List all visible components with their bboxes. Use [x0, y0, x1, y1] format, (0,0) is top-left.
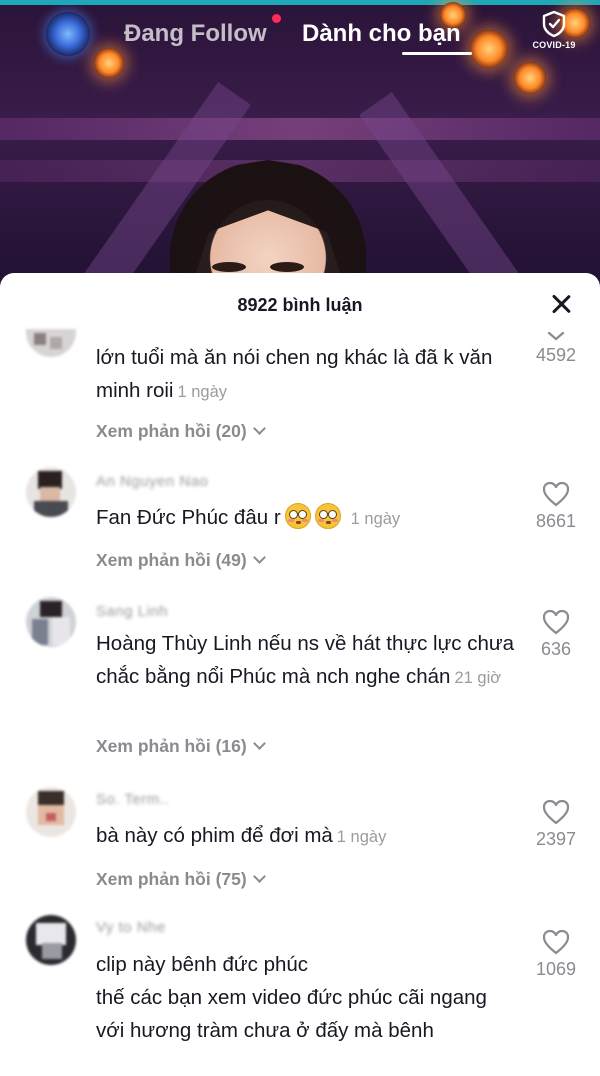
view-replies-label: Xem phản hồi (49) — [96, 550, 247, 570]
like-count: 2397 — [535, 829, 577, 849]
avatar[interactable] — [26, 787, 76, 837]
like-count: 4592 — [535, 345, 577, 365]
username[interactable]: Vy to Nhe — [96, 919, 166, 936]
heart-icon — [542, 799, 570, 825]
avatar[interactable] — [26, 467, 76, 517]
notification-dot — [272, 14, 281, 23]
comments-header: 8922 bình luận — [0, 273, 600, 335]
shield-icon — [542, 10, 566, 38]
active-tab-indicator — [402, 52, 472, 55]
view-replies-button[interactable]: Xem phản hồi (20) — [96, 421, 266, 442]
chevron-down-icon — [252, 551, 266, 564]
performer-eye — [212, 262, 246, 272]
chevron-down-icon — [252, 422, 266, 435]
tab-following[interactable]: Đang Follow — [124, 20, 267, 48]
username[interactable]: An Nguyen Nao — [96, 473, 208, 490]
like-count: 8661 — [535, 511, 577, 531]
tab-for-you[interactable]: Dành cho bạn — [302, 20, 461, 48]
comment-body: clip này bênh đức phúc thế các bạn xem v… — [96, 953, 487, 1042]
like-count: 636 — [540, 639, 572, 659]
view-replies-button[interactable]: Xem phản hồi (49) — [96, 550, 266, 571]
like-button[interactable]: 8661 — [526, 481, 586, 532]
comment-time: 1 ngày — [177, 383, 228, 401]
comment-count: 8922 bình luận — [237, 295, 363, 315]
chevron-down-icon — [252, 870, 266, 883]
comments-sheet: 8922 bình luận 4592 lớn tuổi mà ăn nói c… — [0, 273, 600, 1076]
heart-icon — [542, 481, 570, 507]
heart-icon — [542, 609, 570, 635]
view-replies-button[interactable]: Xem phản hồi (16) — [96, 736, 266, 757]
top-strip — [0, 0, 600, 5]
view-replies-label: Xem phản hồi (20) — [96, 421, 247, 441]
like-count: 1069 — [535, 959, 577, 979]
avatar[interactable] — [26, 597, 76, 647]
comment-text: clip này bênh đức phúc thế các bạn xem v… — [96, 948, 516, 1047]
top-navigation: Đang Follow Dành cho bạn COVID-19 — [0, 8, 600, 55]
chevron-down-icon — [547, 331, 565, 341]
view-replies-label: Xem phản hồi (16) — [96, 736, 247, 756]
chevron-down-icon — [252, 737, 266, 750]
like-button[interactable]: 1069 — [526, 929, 586, 980]
comment-body: lớn tuổi mà ăn nói chen ng khác là đã k … — [96, 346, 493, 402]
username[interactable]: So. Term.. — [96, 791, 169, 808]
comment-text: Hoàng Thùy Linh nếu ns về hát thực lực c… — [96, 627, 516, 695]
flushed-face-icon — [314, 503, 341, 529]
comment-time: 1 ngày — [336, 828, 387, 846]
comment-body: Fan Đức Phúc đâu r — [96, 506, 281, 529]
comment-time: 21 giờ — [454, 669, 502, 687]
covid-button[interactable]: COVID-19 — [528, 10, 580, 50]
stage-beam — [0, 118, 600, 140]
heart-icon — [542, 929, 570, 955]
like-button[interactable]: 2397 — [526, 799, 586, 850]
stage-light — [94, 48, 124, 78]
like-button[interactable]: 636 — [526, 609, 586, 660]
covid-label: COVID-19 — [532, 40, 576, 50]
like-button[interactable]: 4592 — [526, 331, 586, 366]
comment-text: Fan Đức Phúc đâu r 1 ngày — [96, 501, 516, 536]
stage-light — [514, 62, 546, 94]
performer-eye — [270, 262, 304, 272]
avatar[interactable] — [26, 915, 76, 965]
comment-text: bà này có phim để đơi mà 1 ngày — [96, 819, 516, 854]
comment-text: lớn tuổi mà ăn nói chen ng khác là đã k … — [96, 341, 516, 409]
avatar[interactable] — [26, 329, 76, 357]
comment-time: 1 ngày — [350, 510, 401, 528]
view-replies-button[interactable]: Xem phản hồi (75) — [96, 869, 266, 890]
comment-body: bà này có phim để đơi mà — [96, 824, 333, 847]
username[interactable]: Sang Linh — [96, 603, 168, 620]
close-button[interactable] — [548, 291, 574, 317]
view-replies-label: Xem phản hồi (75) — [96, 869, 247, 889]
comment-body: Hoàng Thùy Linh nếu ns về hát thực lực c… — [96, 632, 515, 688]
flushed-face-icon — [284, 503, 311, 529]
